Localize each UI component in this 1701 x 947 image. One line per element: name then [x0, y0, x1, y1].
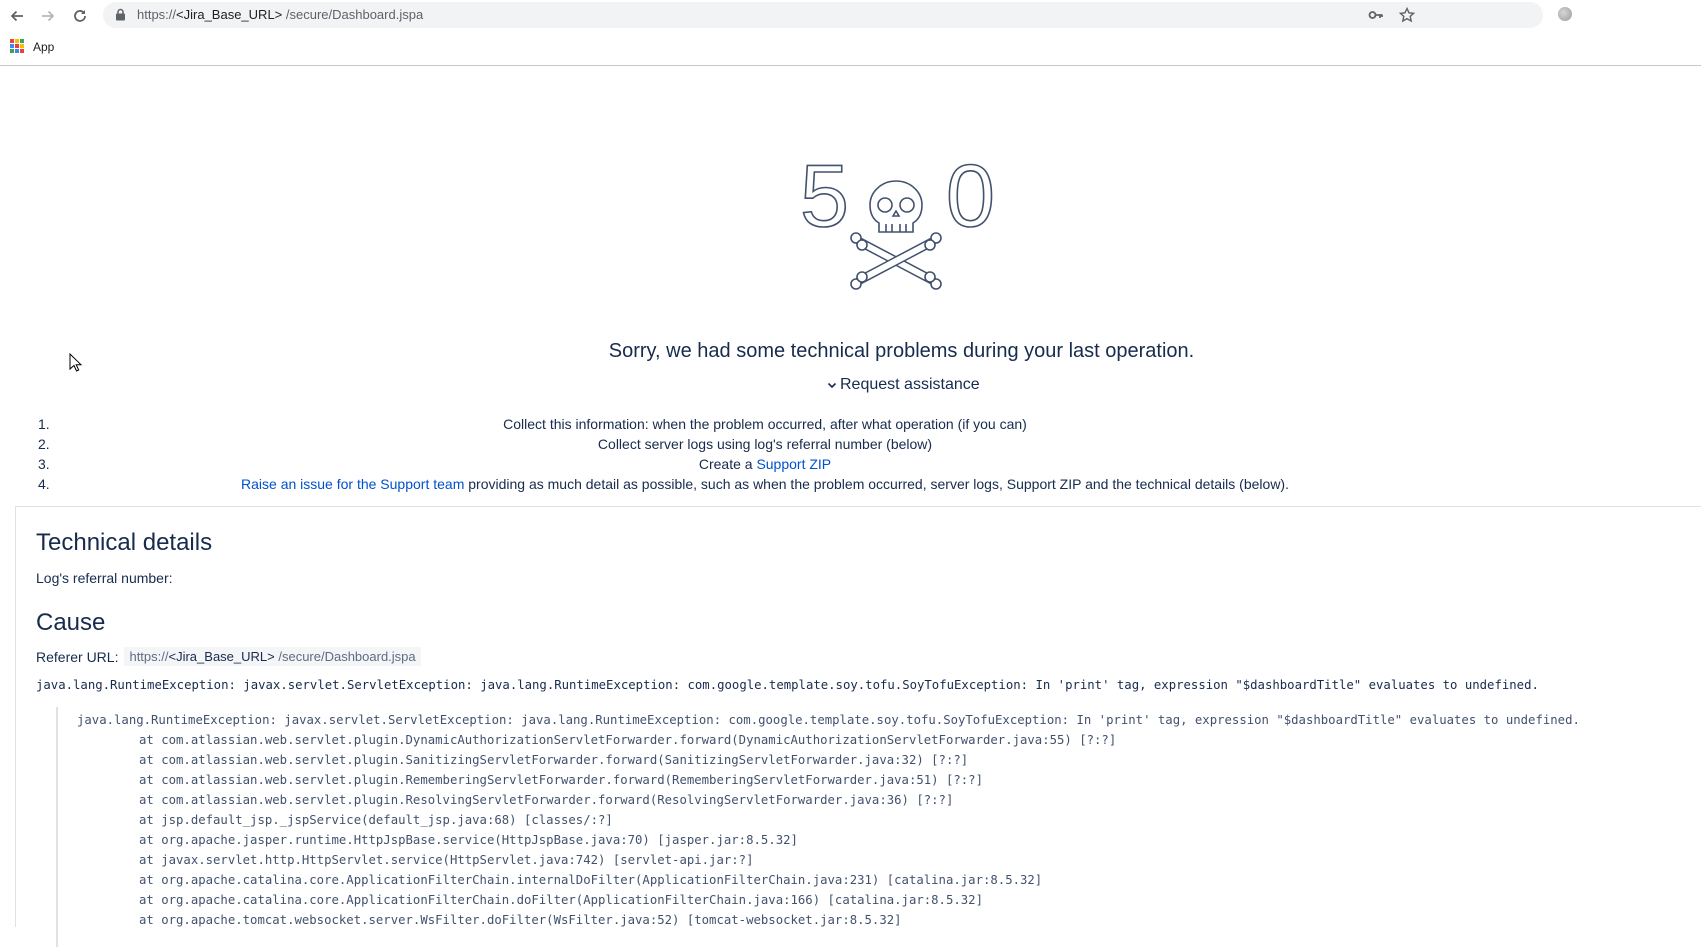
raise-issue-link[interactable]: Raise an issue for the Support team: [241, 476, 464, 492]
address-bar[interactable]: https://<Jira_Base_URL> /secure/Dashboar…: [103, 2, 1543, 28]
stack-trace-line: at com.atlassian.web.servlet.plugin.Reso…: [139, 793, 954, 807]
apps-grid-dot: [15, 39, 19, 43]
stack-trace-line: at com.atlassian.web.servlet.plugin.Sani…: [139, 753, 969, 767]
step-text: Collect this information: when the probl…: [503, 416, 1027, 432]
stack-trace-line: at jsp.default_jsp._jspService(default_j…: [139, 813, 613, 827]
error-message: Sorry, we had some technical problems du…: [608, 340, 1195, 362]
apps-grid-dot: [10, 44, 14, 48]
referer-url-row: Referer URL: https://<Jira_Base_URL> /se…: [36, 647, 421, 666]
step-text: Create a: [698, 456, 757, 472]
back-arrow-icon: [10, 10, 23, 22]
stack-trace-line: at org.apache.jasper.runtime.HttpJspBase…: [139, 833, 798, 847]
request-assistance-toggle[interactable]: Request assistance: [826, 376, 980, 394]
forward-arrow-icon: [42, 10, 55, 22]
stack-trace-line: at com.atlassian.web.servlet.plugin.Dyna…: [139, 733, 1117, 747]
apps-grid-dot: [15, 44, 19, 48]
bookmark-star-icon[interactable]: [1398, 6, 1416, 24]
step-text: providing as much detail as possible, su…: [464, 476, 1289, 492]
url-text: https://<Jira_Base_URL> /secure/Dashboar…: [137, 7, 423, 22]
reload-icon: [74, 10, 86, 22]
referral-number-label: Log's referral number:: [36, 570, 173, 586]
referer-url-value: https://<Jira_Base_URL> /secure/Dashboar…: [124, 647, 421, 666]
apps-grid-icon[interactable]: [10, 39, 24, 53]
apps-grid-dot: [20, 49, 24, 53]
apps-grid-dot: [20, 44, 24, 48]
stack-trace-line: at org.apache.catalina.core.ApplicationF…: [139, 893, 983, 907]
exception-summary: java.lang.RuntimeException: javax.servle…: [36, 678, 1539, 692]
apps-grid-dot: [20, 39, 24, 43]
apps-grid-dot: [15, 49, 19, 53]
stack-trace-line: at javax.servlet.http.HttpServlet.servic…: [139, 853, 754, 867]
error-code-digit-right: 0: [946, 150, 995, 245]
apps-grid-dot: [10, 39, 14, 43]
step-item: 3. Create a Support ZIP: [0, 454, 1490, 474]
key-icon[interactable]: [1367, 6, 1385, 24]
referer-url-host: <Jira_Base_URL>: [168, 649, 275, 664]
browser-toolbar: https://<Jira_Base_URL> /secure/Dashboar…: [0, 0, 1701, 31]
error-code-digit-left: 5: [800, 150, 849, 245]
stack-trace: java.lang.RuntimeException: javax.servle…: [56, 707, 1701, 947]
skull-crossbones-icon: [850, 180, 942, 290]
referer-url-protocol: https://: [129, 649, 169, 664]
step-item: 2. Collect server logs using log's refer…: [0, 434, 1490, 454]
technical-details-heading: Technical details: [36, 529, 213, 556]
step-text: Collect server logs using log's referral…: [597, 436, 933, 452]
referer-url-label: Referer URL:: [36, 648, 119, 665]
apps-grid-dot: [10, 49, 14, 53]
step-number: 3.: [38, 456, 50, 472]
mouse-cursor-icon: [69, 352, 83, 378]
technical-details-panel: Technical details Log's referral number:…: [15, 506, 1701, 947]
apps-bookmark-label[interactable]: App: [33, 40, 54, 54]
url-protocol: https://: [137, 7, 177, 22]
step-item: 4. Raise an issue for the Support team p…: [0, 474, 1490, 494]
request-assistance-label: Request assistance: [840, 376, 980, 393]
bookmarks-bar: App: [0, 31, 1701, 66]
lock-icon: [115, 8, 126, 26]
stack-trace-line: at org.apache.catalina.core.ApplicationF…: [139, 873, 1043, 887]
referer-url-path: /secure/Dashboard.jspa: [274, 649, 416, 664]
stack-trace-header: java.lang.RuntimeException: javax.servle…: [77, 713, 1580, 727]
assistance-steps: 1. Collect this information: when the pr…: [0, 414, 1701, 494]
step-number: 2.: [38, 436, 50, 452]
step-item: 1. Collect this information: when the pr…: [0, 414, 1490, 434]
reload-button[interactable]: [68, 4, 92, 28]
profile-avatar-icon[interactable]: [1558, 7, 1572, 21]
url-path: /secure/Dashboard.jspa: [282, 7, 424, 22]
back-button[interactable]: [5, 4, 29, 28]
forward-button[interactable]: [36, 4, 60, 28]
stack-trace-line: at org.apache.tomcat.websocket.server.Ws…: [139, 913, 902, 927]
support-zip-link[interactable]: Support ZIP: [756, 456, 831, 472]
step-number: 4.: [38, 476, 50, 492]
step-number: 1.: [38, 416, 50, 432]
cause-heading: Cause: [36, 609, 106, 636]
chevron-down-icon: [827, 382, 837, 389]
stack-trace-line: at com.atlassian.web.servlet.plugin.Reme…: [139, 773, 983, 787]
error-500-logo: 5 0: [799, 145, 1005, 305]
url-host: <Jira_Base_URL>: [176, 7, 283, 22]
